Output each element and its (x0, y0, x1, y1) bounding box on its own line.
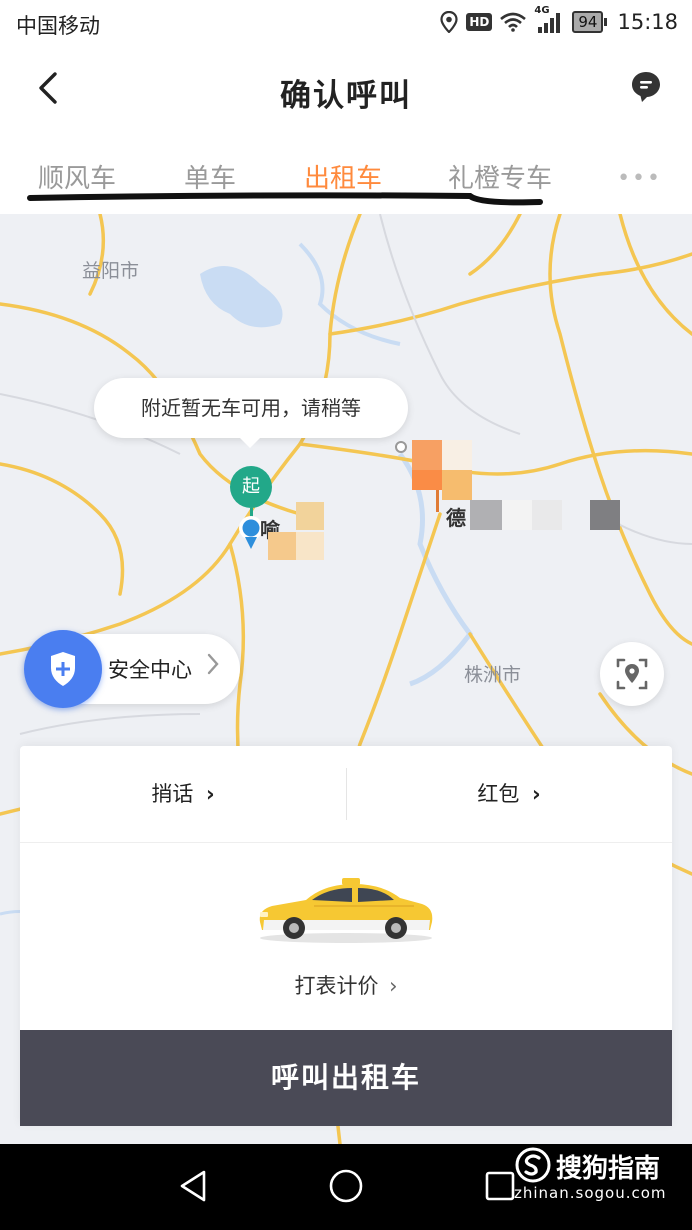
blurred-region (412, 470, 442, 490)
service-tabs: 顺风车 单车 出租车 礼橙专车 ••• (0, 140, 692, 214)
watermark-url: zhinan.sogou.com (514, 1184, 667, 1202)
chevron-right-icon: › (532, 782, 541, 806)
tab-bike[interactable]: 单车 (184, 158, 236, 195)
message-option-label: 捎话 (151, 782, 194, 806)
locate-icon (616, 658, 648, 690)
location-icon (440, 11, 458, 33)
card-divider (20, 842, 672, 843)
safety-shield-icon (24, 630, 102, 708)
sogou-logo-icon (515, 1147, 551, 1183)
start-marker: 起 (230, 466, 272, 508)
blurred-region (532, 500, 562, 530)
safety-center-label: 安全中心 (108, 658, 192, 682)
red-packet-option-label: 红包 (477, 782, 520, 806)
system-nav-bar: 搜狗指南 zhinan.sogou.com (0, 1144, 692, 1230)
battery-indicator: 94 (572, 11, 608, 33)
heading-arrow-icon (245, 537, 257, 549)
fare-type-label: 打表计价 (294, 974, 379, 998)
city-label-yiyang: 益阳市 (82, 260, 140, 282)
no-car-bubble: 附近暂无车可用，请稍等 (94, 378, 408, 448)
fare-type[interactable]: 打表计价 › (20, 970, 672, 1000)
hd-badge: HD (466, 13, 493, 31)
blurred-region (296, 532, 324, 560)
locate-button[interactable] (600, 642, 664, 706)
tab-premier[interactable]: 礼橙专车 (448, 158, 552, 195)
tab-hitch[interactable]: 顺风车 (38, 158, 116, 195)
blurred-region (442, 440, 472, 470)
blurred-region (268, 532, 296, 560)
nav-back-icon[interactable] (176, 1168, 210, 1204)
waypoint-dot (395, 441, 407, 453)
blurred-region (502, 500, 532, 530)
nav-recent-icon[interactable] (484, 1170, 516, 1202)
message-icon[interactable] (630, 70, 662, 104)
blurred-region (442, 470, 472, 500)
red-packet-option[interactable]: 红包 › (346, 746, 672, 842)
order-card: 捎话 › 红包 › 打表计价 › 呼叫出租车 (20, 746, 672, 1126)
chevron-right-icon: › (206, 782, 215, 806)
watermark-name: 搜狗指南 (556, 1154, 661, 1184)
status-icons: HD 4G 94 15:18 (440, 5, 678, 34)
blurred-region (412, 440, 442, 470)
wifi-icon (500, 12, 527, 32)
carrier-label: 中国移动 (16, 14, 100, 38)
status-bar: 中国移动 HD 4G 94 15:18 (0, 0, 692, 50)
call-taxi-button[interactable]: 呼叫出租车 (20, 1030, 672, 1126)
destination-pin-stem (436, 490, 439, 512)
header: 确认呼叫 (0, 50, 692, 130)
chevron-right-icon (207, 653, 219, 675)
blurred-region (296, 502, 324, 530)
message-option[interactable]: 捎话 › (20, 746, 346, 842)
nav-home-icon[interactable] (328, 1168, 364, 1204)
taxi-icon (259, 878, 433, 943)
page-title: 确认呼叫 (280, 78, 412, 114)
city-label-zhuzhou: 株洲市 (464, 664, 522, 686)
more-icon[interactable]: ••• (617, 166, 662, 191)
destination-place-label: 德 (446, 506, 466, 530)
signal-icon: 4G (534, 5, 564, 33)
safety-center-button[interactable]: 安全中心 (24, 630, 240, 708)
blurred-region (470, 500, 502, 530)
clock: 15:18 (617, 10, 678, 34)
chevron-right-icon: › (389, 974, 398, 998)
tab-taxi[interactable]: 出租车 (304, 158, 382, 195)
blurred-region (590, 500, 620, 530)
